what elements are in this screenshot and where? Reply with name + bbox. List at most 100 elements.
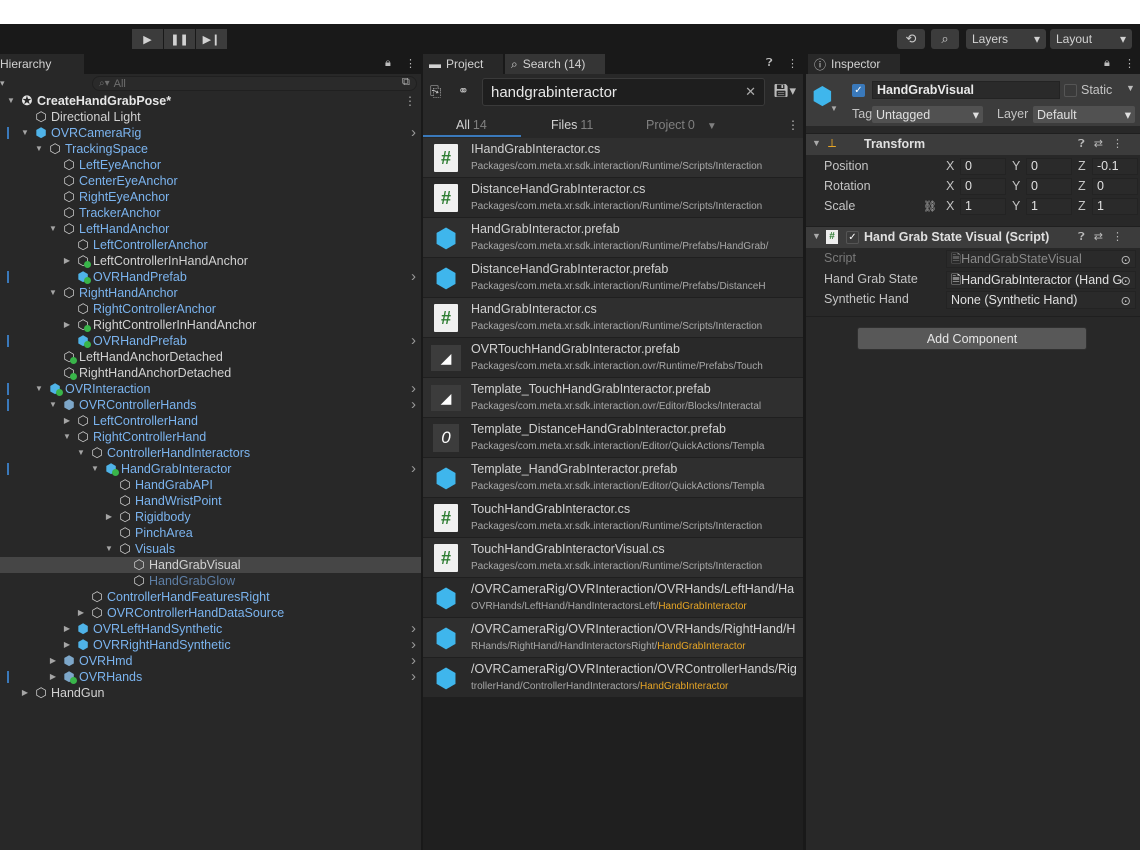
scale-z-field[interactable]: 1 (1092, 198, 1138, 215)
hierarchy-row[interactable]: ⬡ RightEyeAnchor (0, 189, 421, 205)
search-result-item[interactable]: # TouchHandGrabInteractor.cs Packages/com.… (423, 498, 803, 538)
help-icon[interactable]: ❓︎ (766, 57, 773, 70)
hierarchy-row[interactable]: ⬡ Directional Light (0, 109, 421, 125)
hierarchy-row[interactable]: ▼ ⬡ Visuals (0, 541, 421, 557)
search-filter-icon[interactable]: ⎘ (430, 83, 441, 100)
search-result-item[interactable]: # IHandGrabInteractor.cs Packages/com.meta… (423, 138, 803, 178)
hierarchy-row[interactable]: ▶ ⬢ OVRRightHandSynthetic › (0, 637, 421, 653)
hierarchy-row[interactable]: ▶ ⬡ LeftControllerInHandAnchor (0, 253, 421, 269)
layer-dropdown[interactable]: Default ▾ (1033, 106, 1135, 123)
open-prefab-icon[interactable]: › (411, 621, 416, 637)
filter-tab-project[interactable]: Project 0 ▼ (646, 118, 717, 132)
expand-right-icon[interactable]: ▶ (48, 653, 58, 669)
hierarchy-row[interactable]: ⬡ LeftHandAnchorDetached (0, 349, 421, 365)
hierarchy-row[interactable]: ⬡ RightHandAnchorDetached (0, 365, 421, 381)
search-result-item[interactable]: # HandGrabInteractor.cs Packages/com.meta.… (423, 298, 803, 338)
search-result-item[interactable]: ◢ OVRTouchHandGrabInteractor.prefab Packag… (423, 338, 803, 378)
search-button[interactable]: ⌕ (931, 29, 959, 49)
expand-right-icon[interactable]: ▶ (62, 621, 72, 637)
object-picker-icon[interactable]: ⊙ (1121, 293, 1131, 308)
expand-right-icon[interactable]: ▶ (62, 253, 72, 269)
hierarchy-row[interactable]: ⬡ HandGrabGlow (0, 573, 421, 589)
create-dropdown-icon[interactable]: ▾ (0, 78, 5, 89)
pause-button[interactable]: ❚❚ (164, 29, 195, 49)
hierarchy-row[interactable]: ⬡ HandWristPoint (0, 493, 421, 509)
save-search-icon[interactable]: 💾︎▾ (773, 83, 796, 99)
z-axis-label[interactable]: Z (1078, 159, 1086, 173)
project-search-input[interactable]: handgrabinteractor ✕ (482, 78, 765, 106)
expand-right-icon[interactable]: ▶ (62, 637, 72, 653)
gameobject-name-field[interactable]: HandGrabVisual (872, 81, 1060, 99)
search-result-item[interactable]: ⬢ /OVRCameraRig/OVRInteraction/OVRControl… (423, 658, 803, 698)
more-icon[interactable]: ⋮ (404, 93, 416, 109)
static-dropdown-icon[interactable]: ▼ (1126, 83, 1135, 93)
link-icon[interactable]: ⚭ (458, 83, 469, 99)
synthetic-hand-field[interactable]: None (Synthetic Hand) ⊙ (946, 291, 1136, 309)
tag-dropdown[interactable]: Untagged ▾ (872, 106, 983, 123)
expand-down-icon[interactable]: ▼ (90, 461, 100, 477)
search-result-item[interactable]: # DistanceHandGrabInteractor.cs Packages/c… (423, 178, 803, 218)
hand-grab-state-field[interactable]: 🗎︎HandGrabInteractor (Hand G ⊙ (946, 271, 1136, 289)
open-prefab-icon[interactable]: › (411, 461, 416, 477)
more-icon[interactable]: ⋮ (787, 57, 798, 70)
filter-dropdown-icon[interactable]: ▼ (707, 121, 717, 132)
z-axis-label[interactable]: Z (1078, 199, 1086, 213)
scale-x-field[interactable]: 1 (960, 198, 1006, 215)
transform-component-header[interactable]: ▼ ⟂ Transform ❓︎⇄⋮ (806, 133, 1140, 155)
hierarchy-row[interactable]: ▼ ✪ CreateHandGrabPose* ⋮ (0, 93, 421, 109)
expand-right-icon[interactable]: ▶ (48, 669, 58, 685)
more-icon[interactable]: ⋮ (787, 118, 799, 132)
expand-down-icon[interactable]: ▼ (48, 397, 58, 413)
x-axis-label[interactable]: X (946, 199, 954, 213)
hierarchy-row[interactable]: ⬡ LeftEyeAnchor (0, 157, 421, 173)
component-actions[interactable]: ❓︎⇄⋮ (1078, 230, 1132, 244)
hierarchy-row[interactable]: ▶ ⬡ LeftControllerHand (0, 413, 421, 429)
hierarchy-row[interactable]: ▼ ⬡ RightHandAnchor (0, 285, 421, 301)
scale-y-field[interactable]: 1 (1026, 198, 1072, 215)
position-z-field[interactable]: -0.1 (1092, 158, 1138, 175)
expand-right-icon[interactable]: ▶ (76, 605, 86, 621)
expand-down-icon[interactable]: ▼ (48, 285, 58, 301)
expand-right-icon[interactable]: ▶ (62, 317, 72, 333)
hierarchy-row[interactable]: ▶ ⬡ OVRControllerHandDataSource (0, 605, 421, 621)
expand-down-icon[interactable]: ▼ (48, 221, 58, 237)
open-prefab-icon[interactable]: › (411, 381, 416, 397)
add-component-button[interactable]: Add Component (857, 327, 1087, 350)
hierarchy-row[interactable]: ⬡ LeftControllerAnchor (0, 237, 421, 253)
hierarchy-row[interactable]: ⬡ RightControllerAnchor (0, 301, 421, 317)
position-y-field[interactable]: 0 (1026, 158, 1072, 175)
search-result-item[interactable]: ⬢ Template_HandGrabInteractor.prefab Packa… (423, 458, 803, 498)
active-checkbox[interactable]: ✓ (852, 84, 865, 97)
z-axis-label[interactable]: Z (1078, 179, 1086, 193)
lock-icon[interactable]: 🔒︎ (1104, 57, 1110, 70)
script-component-header[interactable]: ▼ # ✓ Hand Grab State Visual (Script) ❓︎… (806, 226, 1140, 248)
hierarchy-row[interactable]: ▼ ⬡ RightControllerHand (0, 429, 421, 445)
hierarchy-row[interactable]: ▶ ⬡ Rigidbody (0, 509, 421, 525)
expand-down-icon[interactable]: ▼ (20, 125, 30, 141)
y-axis-label[interactable]: Y (1012, 159, 1020, 173)
tab-inspector[interactable]: ⓘ Inspector (808, 54, 900, 74)
hierarchy-row[interactable]: ⬡ ControllerHandFeaturesRight (0, 589, 421, 605)
expand-down-icon[interactable]: ▼ (76, 445, 86, 461)
open-prefab-icon[interactable]: › (411, 269, 416, 285)
lock-icon[interactable]: 🔒︎ (385, 57, 391, 70)
hierarchy-row[interactable]: ⬢ OVRHandPrefab › (0, 333, 421, 349)
icon-dropdown-icon[interactable]: ▼ (830, 104, 838, 113)
x-axis-label[interactable]: X (946, 159, 954, 173)
filter-tab-all[interactable]: All 14 (456, 118, 487, 132)
clear-search-icon[interactable]: ✕ (745, 84, 756, 100)
history-button[interactable]: ⟲ (897, 29, 925, 49)
hierarchy-row[interactable]: ⬡ PinchArea (0, 525, 421, 541)
open-prefab-icon[interactable]: › (411, 669, 416, 685)
rotation-x-field[interactable]: 0 (960, 178, 1006, 195)
constrain-proportions-icon[interactable]: ⛓ (923, 200, 937, 213)
expand-right-icon[interactable]: ▶ (62, 413, 72, 429)
hierarchy-row[interactable]: ⬡ TrackerAnchor (0, 205, 421, 221)
hierarchy-row[interactable]: ▼ ⬡ LeftHandAnchor (0, 221, 421, 237)
rotation-z-field[interactable]: 0 (1092, 178, 1138, 195)
open-prefab-icon[interactable]: › (411, 653, 416, 669)
more-icon[interactable]: ⋮ (405, 57, 416, 70)
hierarchy-row[interactable]: ▶ ⬢ OVRHands › (0, 669, 421, 685)
layers-dropdown[interactable]: Layers ▾ (966, 29, 1046, 49)
collapse-icon[interactable]: ▼ (812, 138, 821, 148)
